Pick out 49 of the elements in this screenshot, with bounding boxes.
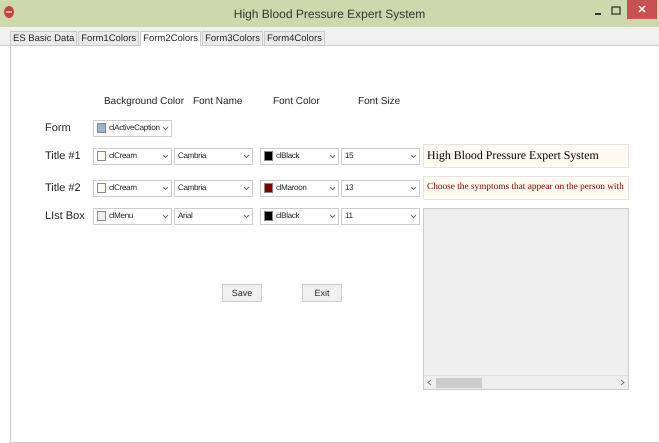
row-label: LIst Box	[45, 208, 86, 224]
row-label: Form	[45, 120, 72, 136]
caret-icon	[243, 214, 250, 218]
dropdown[interactable]: clMaroon	[260, 180, 339, 196]
preview-text: High Blood Pressure Expert System	[423, 144, 629, 168]
caret-icon	[410, 214, 417, 218]
dropdown[interactable]: clCream	[93, 180, 172, 196]
dropdown[interactable]: 15	[341, 148, 420, 164]
caret-icon	[162, 214, 169, 218]
row-label: Title #1	[45, 148, 82, 164]
dropdown[interactable]: Arial	[174, 208, 253, 224]
caret-icon	[329, 186, 336, 190]
dropdown[interactable]: clActiveCaption	[93, 120, 172, 136]
app-icon	[4, 6, 14, 18]
caret-icon	[243, 154, 250, 158]
dropdown[interactable]: clBlack	[260, 208, 339, 224]
dropdown[interactable]: clBlack	[260, 148, 339, 164]
scroll-left-icon[interactable]	[427, 379, 432, 386]
scroll-right-icon[interactable]	[620, 379, 625, 386]
tab[interactable]: Form2Colors	[140, 31, 202, 46]
caret-icon	[410, 154, 417, 158]
scroll-thumb[interactable]	[436, 378, 482, 388]
caret-icon	[162, 154, 169, 158]
caret-icon	[329, 214, 336, 218]
exit-button[interactable]: Exit	[302, 284, 342, 302]
column-header: Background Color	[104, 94, 184, 108]
dropdown[interactable]: Cambria	[174, 180, 253, 196]
tab[interactable]: Form3Colors	[202, 31, 263, 45]
preview-text: Choose the symptoms that appear on the person with	[423, 176, 629, 200]
tab[interactable]: ES Basic Data	[10, 31, 78, 45]
column-header: Font Name	[193, 94, 242, 108]
column-header: Font Color	[273, 94, 320, 108]
caret-icon	[243, 186, 250, 190]
row-label: Title #2	[45, 180, 82, 196]
dropdown[interactable]: clCream	[93, 148, 172, 164]
dropdown[interactable]: 11	[341, 208, 420, 224]
caret-icon	[329, 154, 336, 158]
caret-icon	[410, 186, 417, 190]
save-button[interactable]: Save	[222, 284, 262, 302]
dropdown[interactable]: Cambria	[174, 148, 253, 164]
window-title: High Blood Pressure Expert System	[234, 6, 426, 22]
caret-icon	[162, 126, 169, 130]
column-header: Font Size	[358, 94, 400, 108]
dropdown[interactable]: clMenu	[93, 208, 172, 224]
tab[interactable]: Form1Colors	[78, 31, 140, 45]
tab[interactable]: Form4Colors	[264, 31, 325, 45]
caret-icon	[162, 186, 169, 190]
dropdown[interactable]: 13	[341, 180, 420, 196]
horizontal-scrollbar[interactable]	[424, 375, 628, 389]
